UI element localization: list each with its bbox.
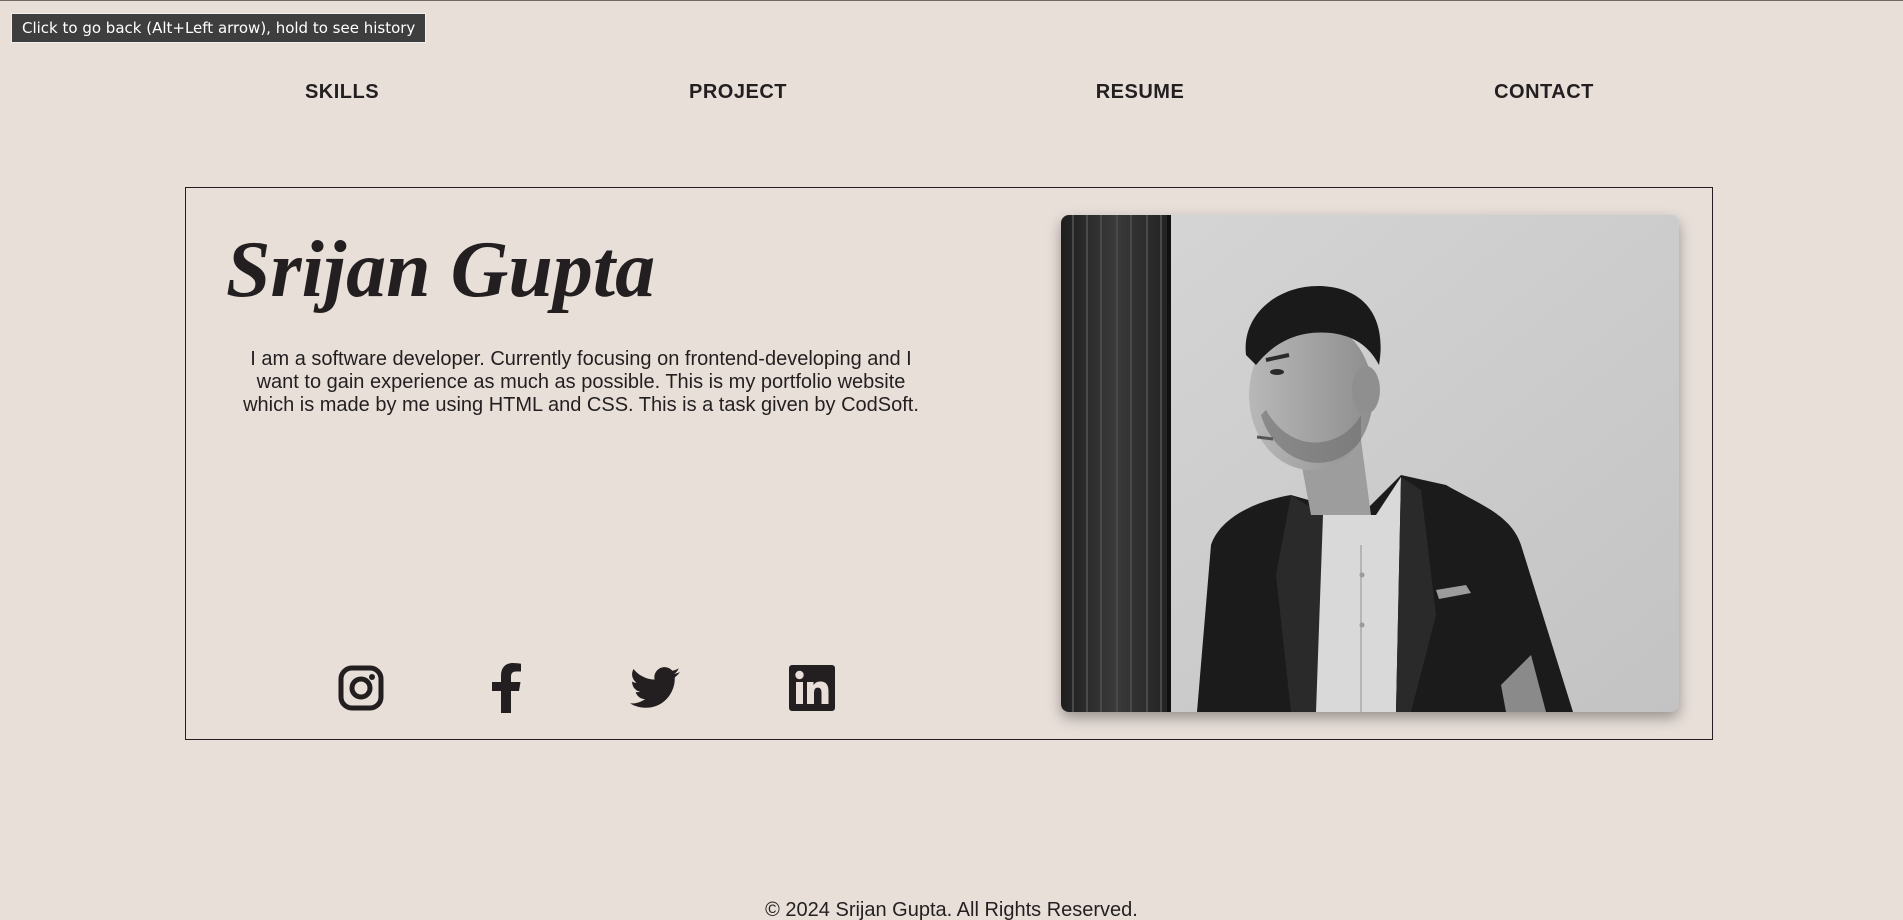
nav-project-link[interactable]: PROJECT [689,81,787,104]
social-links [186,662,1086,718]
nav-contact-link[interactable]: CONTACT [1494,81,1594,104]
profile-photo [1061,215,1679,712]
facebook-link[interactable] [480,662,532,714]
footer-copyright: © 2024 Srijan Gupta. All Rights Reserved… [765,899,1138,920]
twitter-icon [630,667,680,708]
back-button-tooltip: Click to go back (Alt+Left arrow), hold … [11,13,427,43]
hero-card: Srijan Gupta I am a software developer. … [185,187,1713,740]
instagram-icon [338,665,384,711]
instagram-link[interactable] [335,662,387,714]
facebook-icon [492,663,521,713]
linkedin-icon [789,665,835,711]
portrait-photo [1061,215,1679,712]
main-nav: SKILLS PROJECT RESUME CONTACT [0,81,1903,111]
twitter-link[interactable] [629,662,681,714]
linkedin-link[interactable] [786,662,838,714]
nav-resume-link[interactable]: RESUME [1096,81,1185,104]
page-title: Srijan Gupta [226,226,656,314]
bio-text: I am a software developer. Currently foc… [243,348,919,416]
nav-skills-link[interactable]: SKILLS [305,81,379,104]
